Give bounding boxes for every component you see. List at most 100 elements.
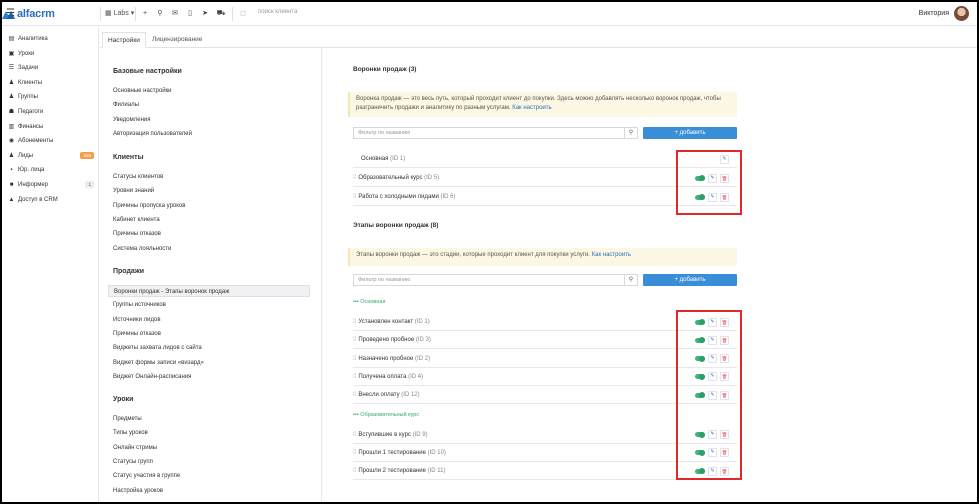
row-id: (ID 9) bbox=[412, 431, 428, 438]
sidebar-item[interactable]: ▲ Доступ в CRM bbox=[8, 193, 94, 207]
money-icon: ▥ bbox=[8, 123, 15, 130]
drag-handle-icon[interactable]: ⁞⁞ bbox=[353, 374, 356, 380]
settings-link[interactable]: Уведомления bbox=[113, 114, 315, 126]
drag-handle-icon[interactable]: ⁞⁞ bbox=[353, 356, 356, 362]
row-id: (ID 4) bbox=[408, 373, 424, 380]
drag-handle-icon[interactable]: ⁞⁞ bbox=[353, 468, 356, 474]
settings-link[interactable]: Причины пропуска уроков bbox=[113, 200, 315, 212]
sidebar-item[interactable]: ♟ Группы bbox=[8, 90, 94, 104]
row-id: (ID 1) bbox=[414, 319, 430, 325]
sidebar-item[interactable]: ■ Информер 1 bbox=[8, 178, 94, 192]
stages-howto-link[interactable]: Как настроить bbox=[592, 252, 631, 258]
settings-link[interactable]: Типы уроков bbox=[113, 427, 315, 439]
settings-link[interactable]: Основные настройки bbox=[113, 85, 315, 97]
row-name: Образовательный курс bbox=[358, 175, 423, 181]
tab-licensing[interactable]: Лицензирование bbox=[147, 32, 207, 48]
settings-link[interactable]: Источники лидов bbox=[113, 314, 315, 326]
sidebar-item[interactable]: ▥ Финансы bbox=[8, 120, 94, 134]
informer-icon: ■ bbox=[9, 182, 14, 188]
calendar-icon: ▣ bbox=[8, 50, 15, 57]
settings-link[interactable]: Причины отказов bbox=[113, 328, 315, 340]
settings-link[interactable]: Филиалы bbox=[113, 99, 315, 111]
divider bbox=[232, 7, 233, 21]
settings-link[interactable]: Система лояльности bbox=[113, 243, 315, 255]
row-name: Прошли 1 тестирование bbox=[358, 449, 426, 456]
settings-link[interactable]: Онлайн стримы bbox=[113, 442, 315, 454]
settings-link[interactable]: Статусы клиентов bbox=[113, 171, 315, 183]
stages-info-text: Этапы воронки продаж — это стадии, котор… bbox=[356, 252, 590, 258]
cart-icon[interactable]: ⛟ bbox=[215, 2, 227, 26]
section-title: Клиенты bbox=[113, 154, 144, 161]
sidebar-item-label: Группы bbox=[18, 94, 38, 101]
row-id: (ID 11) bbox=[427, 468, 446, 475]
stages-title: Этапы воронки продаж (8) bbox=[353, 222, 439, 229]
settings-link[interactable]: Предметы bbox=[113, 413, 315, 425]
wand-icon[interactable]: ⚲ bbox=[154, 2, 166, 26]
mail-icon[interactable]: ✉ bbox=[169, 2, 181, 26]
funnels-info: Воронка продаж — это весь путь, который … bbox=[348, 92, 737, 117]
search-input[interactable]: поиск клиента bbox=[258, 9, 297, 15]
drag-handle-icon[interactable]: ⁞⁞ bbox=[353, 175, 356, 181]
sidebar-item-label: Аналитика bbox=[18, 36, 48, 42]
settings-menu: Базовые настройки Основные настройки Филиа… bbox=[100, 48, 322, 502]
branch-selector[interactable]: ▦ Labs ▾ bbox=[105, 2, 134, 26]
settings-link[interactable]: Статус участия в группе bbox=[113, 470, 315, 482]
settings-link[interactable]: Уровни знаний bbox=[113, 185, 315, 197]
funnels-filter-input[interactable]: Фильтр по названию bbox=[353, 127, 625, 139]
sidebar-item-label: Лиды bbox=[18, 152, 34, 159]
sidebar-item[interactable]: ◉ Абонементы bbox=[8, 134, 94, 148]
lock-icon: ▲ bbox=[8, 196, 15, 203]
telegram-icon[interactable]: ➤ bbox=[199, 2, 211, 26]
row-name: Внесли оплату bbox=[358, 392, 400, 399]
row-name: Вступившие в курс bbox=[358, 431, 411, 438]
user-name[interactable]: Виктория bbox=[919, 2, 949, 26]
sidebar-item[interactable]: ♟ Клиенты bbox=[8, 76, 94, 90]
sidebar-item[interactable]: ☰ Задачи bbox=[8, 61, 94, 75]
user-icon: ♟ bbox=[8, 79, 15, 86]
tab-settings[interactable]: Настройки bbox=[102, 32, 146, 48]
sidebar-item-label: Информер bbox=[18, 182, 49, 188]
drag-handle-icon[interactable]: ⁞⁞ bbox=[353, 319, 356, 325]
phone-icon[interactable]: ▯ bbox=[184, 2, 196, 26]
stages-add-button[interactable]: + добавить bbox=[643, 274, 737, 286]
subscription-icon: ◉ bbox=[8, 138, 15, 145]
settings-link[interactable]: Причины отказов bbox=[113, 228, 315, 240]
settings-link[interactable]: Группы источников bbox=[113, 299, 315, 311]
settings-link[interactable]: Виджет формы записи «визард» bbox=[113, 357, 315, 369]
add-icon[interactable]: + bbox=[139, 2, 151, 26]
funnels-howto-link[interactable]: Как настроить bbox=[512, 105, 551, 111]
drag-handle-icon[interactable]: ⁞⁞ bbox=[353, 392, 356, 398]
row-id: (ID 5) bbox=[424, 175, 440, 181]
funnels-add-button[interactable]: + добавить bbox=[643, 127, 737, 139]
sidebar-item[interactable]: ▪ Юр. лица bbox=[8, 163, 94, 177]
settings-link[interactable]: Настройка уроков bbox=[113, 485, 315, 497]
settings-link[interactable]: Виджет Онлайн-расписания bbox=[113, 371, 315, 383]
section-title: Уроки bbox=[113, 396, 134, 403]
drag-handle-icon[interactable]: ⁞⁞ bbox=[353, 194, 356, 200]
settings-link[interactable]: Виджеты захвата лидов с сайта bbox=[113, 342, 315, 354]
row-name: Основная bbox=[361, 156, 389, 162]
settings-link[interactable]: Воронки продаж - Этапы воронок продаж bbox=[108, 285, 310, 297]
logo-mark-icon bbox=[2, 9, 15, 19]
users-icon: ♟ bbox=[8, 94, 15, 101]
sidebar-item-label: Клиенты bbox=[18, 79, 43, 86]
avatar[interactable] bbox=[954, 6, 969, 21]
drag-handle-icon[interactable]: ⁞⁞ bbox=[353, 450, 356, 456]
sidebar-item-label: Абонементы bbox=[18, 138, 54, 145]
sidebar-item[interactable]: ▤ Аналитика bbox=[8, 32, 94, 46]
section-title: Базовые настройки bbox=[113, 68, 182, 75]
drag-handle-icon[interactable]: ⁞⁞ bbox=[353, 337, 356, 343]
settings-link[interactable]: Кабинет клиента bbox=[113, 214, 315, 226]
stages-search-icon[interactable]: ⚲ bbox=[624, 274, 638, 286]
sidebar-item[interactable]: ☗ Педагоги bbox=[8, 105, 94, 119]
sidebar-item-label: Доступ в CRM bbox=[18, 196, 58, 203]
search-icon: ◻ bbox=[240, 10, 246, 17]
settings-link[interactable]: Статусы групп bbox=[113, 456, 315, 468]
stages-filter-input[interactable]: Фильтр по названию bbox=[353, 274, 625, 286]
settings-link[interactable]: Авторизация пользователей bbox=[113, 128, 315, 140]
sidebar-item[interactable]: ▣ Уроки bbox=[8, 47, 94, 61]
funnels-search-icon[interactable]: ⚲ bbox=[624, 127, 638, 139]
drag-handle-icon[interactable]: ⁞⁞ bbox=[353, 432, 356, 438]
top-bar: ☰ alfacrm ▦ Labs ▾ + ⚲ ✉ ▯ ➤ ⛟ ◻ поиск к… bbox=[2, 2, 977, 26]
sidebar-item[interactable]: ♟ Лиды 225 bbox=[8, 149, 94, 163]
